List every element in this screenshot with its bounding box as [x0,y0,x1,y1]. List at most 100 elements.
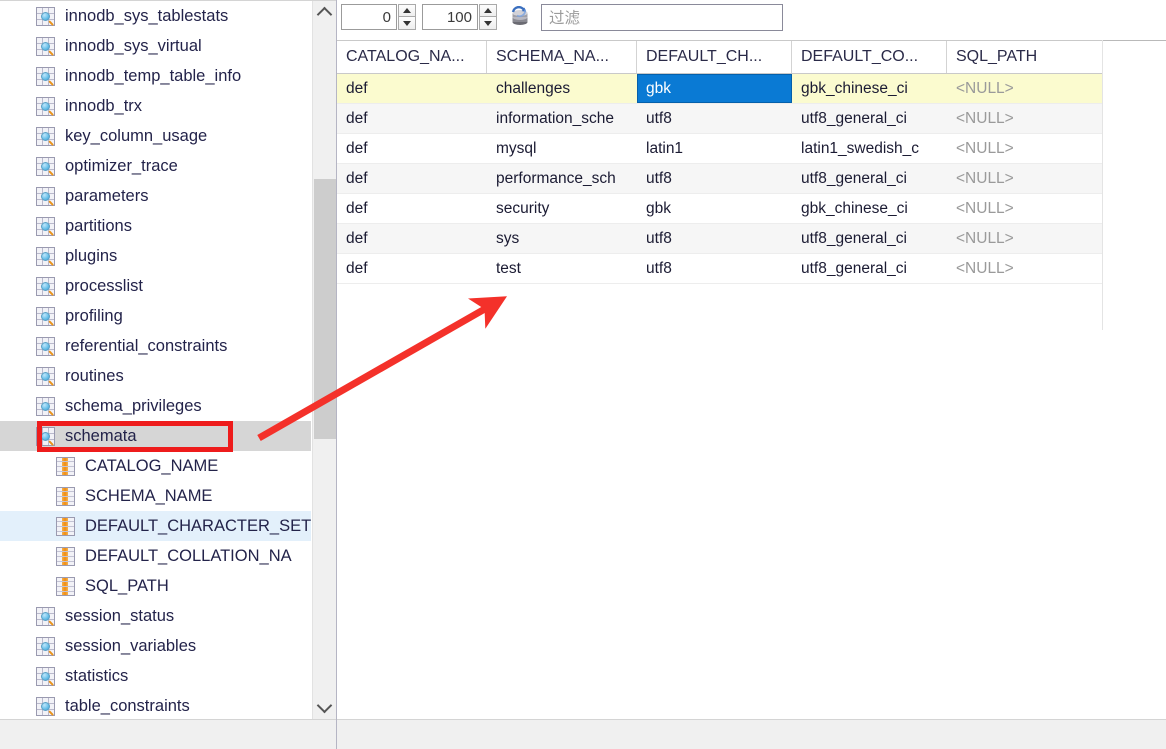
tree-item-innodb_temp_table_info[interactable]: innodb_temp_table_info [0,61,311,91]
column-header-catalog_name[interactable]: CATALOG_NA... [337,41,487,73]
chevron-up-icon[interactable] [313,1,336,24]
offset-decrement-button[interactable] [398,17,416,30]
tree-vertical-scrollbar[interactable] [312,1,336,719]
tree-item-statistics[interactable]: statistics [0,661,311,691]
tree-item-plugins[interactable]: plugins [0,241,311,271]
table-cell[interactable]: information_sche [487,104,637,133]
limit-decrement-button[interactable] [479,17,497,30]
offset-increment-button[interactable] [398,4,416,17]
table-cell[interactable]: performance_sch [487,164,637,193]
tree-item-catalog_name[interactable]: CATALOG_NAME [0,451,311,481]
tree-item-label: innodb_sys_virtual [65,36,202,55]
offset-input[interactable]: 0 [341,4,397,30]
table-icon [36,426,55,446]
table-cell[interactable]: utf8_general_ci [792,164,947,193]
tree-item-schemata[interactable]: schemata [0,421,311,451]
column-header-default_collation_name[interactable]: DEFAULT_CO... [792,41,947,73]
tree-item-table_constraints[interactable]: table_constraints [0,691,311,719]
table-row[interactable]: def sys utf8 utf8_general_ci <NULL> [337,224,1102,254]
column-header-sql_path[interactable]: SQL_PATH [947,41,1102,73]
tree-item-innodb_sys_virtual[interactable]: innodb_sys_virtual [0,31,311,61]
tree-item-schema_privileges[interactable]: schema_privileges [0,391,311,421]
tree-item-session_variables[interactable]: session_variables [0,631,311,661]
column-header-schema_name[interactable]: SCHEMA_NA... [487,41,637,73]
table-cell[interactable]: gbk_chinese_ci [792,194,947,223]
table-cell[interactable]: def [337,194,487,223]
tree-item-label: schemata [65,426,137,445]
tree-item-label: referential_constraints [65,336,228,355]
table-cell[interactable]: <NULL> [947,224,1102,253]
tree-item-key_column_usage[interactable]: key_column_usage [0,121,311,151]
table-cell[interactable]: utf8 [637,224,792,253]
table-row[interactable]: def mysql latin1 latin1_swedish_c <NULL> [337,134,1102,164]
column-header-default_character_set_name[interactable]: DEFAULT_CH... [637,41,792,73]
offset-stepper[interactable] [398,4,416,30]
table-cell[interactable]: <NULL> [947,134,1102,163]
table-cell[interactable]: <NULL> [947,74,1102,103]
tree-item-label: optimizer_trace [65,156,178,175]
table-cell[interactable]: def [337,134,487,163]
tree-item-optimizer_trace[interactable]: optimizer_trace [0,151,311,181]
tree-item-sql_path[interactable]: SQL_PATH [0,571,311,601]
table-cell[interactable]: latin1 [637,134,792,163]
table-icon [36,666,55,686]
table-cell[interactable]: test [487,254,637,283]
table-cell[interactable]: <NULL> [947,194,1102,223]
limit-stepper[interactable] [479,4,497,30]
tree-item-label: innodb_trx [65,96,143,115]
table-icon [36,36,55,56]
tree-item-label: table_constraints [65,696,190,715]
table-cell[interactable]: def [337,224,487,253]
tree-item-parameters[interactable]: parameters [0,181,311,211]
table-cell[interactable]: <NULL> [947,104,1102,133]
table-cell[interactable]: def [337,254,487,283]
table-row[interactable]: def challenges gbk gbk_chinese_ci <NULL> [337,74,1102,104]
table-cell[interactable]: def [337,164,487,193]
table-cell[interactable]: gbk [637,74,792,103]
tree-list[interactable]: innodb_sys_tablestats innodb_sys_virtuali… [0,1,311,719]
filter-input[interactable]: 过滤 [541,3,783,31]
table-cell[interactable]: def [337,104,487,133]
table-cell[interactable]: <NULL> [947,164,1102,193]
tree-item-default_character_set[interactable]: DEFAULT_CHARACTER_SET [0,511,311,541]
limit-increment-button[interactable] [479,4,497,17]
table-cell[interactable]: utf8_general_ci [792,224,947,253]
table-cell[interactable]: def [337,74,487,103]
tree-item-routines[interactable]: routines [0,361,311,391]
table-cell[interactable]: sys [487,224,637,253]
tree-item-innodb_trx[interactable]: innodb_trx [0,91,311,121]
tree-item-label: SQL_PATH [85,576,169,595]
chevron-down-icon[interactable] [313,696,336,719]
table-row[interactable]: def security gbk gbk_chinese_ci <NULL> [337,194,1102,224]
table-cell[interactable]: challenges [487,74,637,103]
tree-item-innodb_sys_tablestats[interactable]: innodb_sys_tablestats [0,1,311,31]
table-cell[interactable]: latin1_swedish_c [792,134,947,163]
table-cell[interactable]: utf8 [637,254,792,283]
tree-item-processlist[interactable]: processlist [0,271,311,301]
grid-header-row: CATALOG_NA... SCHEMA_NA... DEFAULT_CH... DE… [337,40,1102,74]
table-cell[interactable]: utf8_general_ci [792,104,947,133]
table-cell[interactable]: gbk_chinese_ci [792,74,947,103]
table-row[interactable]: def test utf8 utf8_general_ci <NULL> [337,254,1102,284]
tree-item-partitions[interactable]: partitions [0,211,311,241]
scrollbar-thumb[interactable] [314,179,336,439]
refresh-data-icon[interactable] [505,3,535,31]
tree-item-label: SCHEMA_NAME [85,486,213,505]
table-row[interactable]: def information_sche utf8 utf8_general_ci <N… [337,104,1102,134]
table-row[interactable]: def performance_sch utf8 utf8_general_ci <NU… [337,164,1102,194]
table-cell[interactable]: mysql [487,134,637,163]
tree-item-profiling[interactable]: profiling [0,301,311,331]
table-cell[interactable]: utf8_general_ci [792,254,947,283]
tree-item-default_collation_na[interactable]: DEFAULT_COLLATION_NA [0,541,311,571]
tree-item-session_status[interactable]: session_status [0,601,311,631]
table-cell[interactable]: gbk [637,194,792,223]
table-cell[interactable]: utf8 [637,164,792,193]
table-cell[interactable]: utf8 [637,104,792,133]
tree-item-schema_name[interactable]: SCHEMA_NAME [0,481,311,511]
table-cell[interactable]: security [487,194,637,223]
tree-item-referential_constraints[interactable]: referential_constraints [0,331,311,361]
limit-input[interactable]: 100 [422,4,478,30]
grid-status-strip [337,719,1166,749]
grid-body[interactable]: def challenges gbk gbk_chinese_ci <NULL> def i… [337,74,1102,284]
table-cell[interactable]: <NULL> [947,254,1102,283]
